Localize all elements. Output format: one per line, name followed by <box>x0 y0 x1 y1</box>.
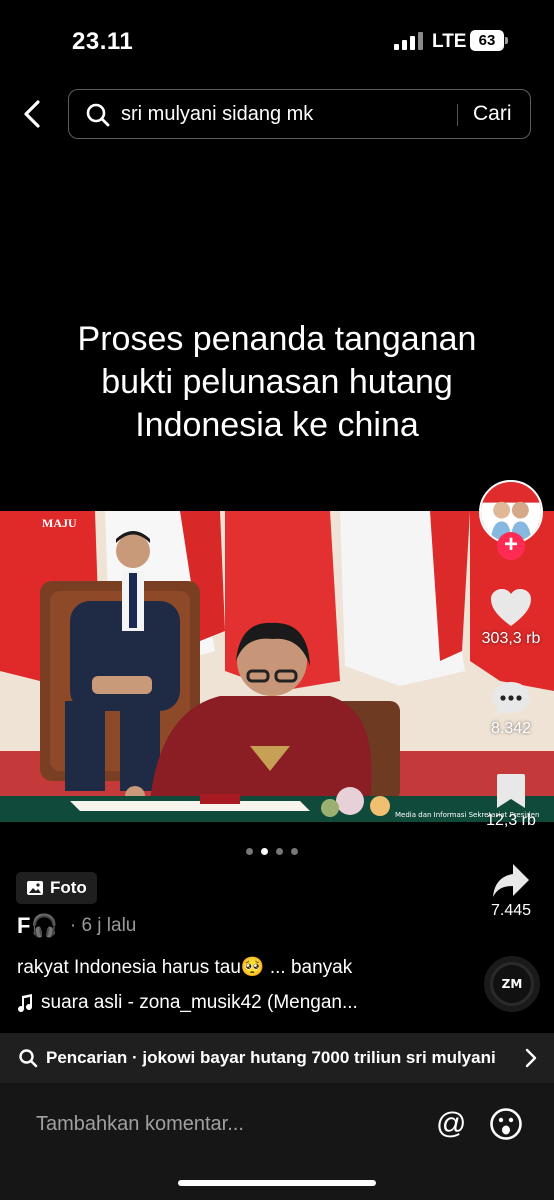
photo-icon <box>27 881 43 895</box>
related-search-text: Pencarian · jokowi bayar hutang 7000 tri… <box>46 1048 496 1067</box>
share-button[interactable]: 7.445 <box>475 862 547 920</box>
music-title: suara asli - zona_musik42 (Mengan... <box>41 992 358 1013</box>
music-note-icon <box>18 994 33 1012</box>
carousel-dots <box>246 848 298 855</box>
share-icon <box>493 864 529 897</box>
mention-button[interactable]: @ <box>436 1107 466 1141</box>
like-button[interactable]: 303,3 rb <box>475 588 547 648</box>
network-label: LTE <box>432 31 467 52</box>
caption-line: Proses penanda tanganan <box>77 320 477 358</box>
battery-level: 63 <box>470 30 504 51</box>
post-description[interactable]: rakyat Indonesia harus tau🥺 ... banyak <box>17 955 352 979</box>
bookmark-icon <box>497 774 525 808</box>
description-text: rakyat Indonesia harus tau🥺 <box>17 957 265 978</box>
search-query: sri mulyani sidang mk <box>121 103 314 125</box>
search-icon <box>86 103 110 127</box>
music-disc-label: ZM <box>493 965 531 1003</box>
carousel-dot[interactable] <box>246 848 253 855</box>
status-time: 23.11 <box>72 28 134 55</box>
comment-input[interactable]: Tambahkan komentar... <box>36 1113 244 1136</box>
emoji-icon[interactable] <box>489 1107 523 1141</box>
follow-button[interactable]: + <box>497 532 525 560</box>
share-count: 7.445 <box>490 902 532 919</box>
save-button[interactable]: 12,3 rb <box>475 772 547 830</box>
comment-count: 8.342 <box>490 720 532 737</box>
author-name[interactable]: F🎧 <box>17 913 58 939</box>
related-search-bar[interactable]: Pencarian · jokowi bayar hutang 7000 tri… <box>0 1033 554 1083</box>
home-indicator[interactable] <box>178 1180 376 1186</box>
chevron-right-icon <box>525 1048 537 1068</box>
caption-line: Indonesia ke china <box>135 406 419 444</box>
post-photo[interactable]: MAJU Media dan Informasi Sekretariat Pre… <box>0 511 554 822</box>
photo-watermark: MAJU <box>42 516 77 530</box>
music-disc[interactable]: ZM <box>484 956 540 1012</box>
music-info[interactable]: suara asli - zona_musik42 (Mengan... <box>17 992 358 1014</box>
signing-ceremony-image: MAJU Media dan Informasi Sekretariat Pre… <box>0 511 554 822</box>
like-count: 303,3 rb <box>481 630 541 647</box>
post-type-label: Foto <box>50 878 87 897</box>
author-row: F🎧 · 6 j lalu <box>17 913 136 939</box>
save-count: 12,3 rb <box>486 812 536 829</box>
more-link[interactable]: ... banyak <box>270 957 352 978</box>
caption-line: bukti pelunasan hutang <box>101 363 453 401</box>
search-divider <box>457 104 458 126</box>
chevron-left-icon <box>24 100 40 128</box>
back-button[interactable] <box>16 96 48 132</box>
signal-icon <box>394 32 424 50</box>
comment-icon <box>492 682 530 716</box>
search-submit-button[interactable]: Cari <box>473 102 512 126</box>
carousel-dot[interactable] <box>276 848 283 855</box>
search-icon <box>19 1049 38 1068</box>
post-caption: Proses penanda tanganan bukti pelunasan … <box>20 318 534 447</box>
carousel-dot-active[interactable] <box>261 848 268 855</box>
post-time: · 6 j lalu <box>69 915 137 936</box>
search-input[interactable]: sri mulyani sidang mk Cari <box>68 89 531 139</box>
carousel-dot[interactable] <box>291 848 298 855</box>
status-bar: 23.11 LTE 63 <box>0 0 554 80</box>
post-type-chip: Foto <box>16 872 97 904</box>
battery-icon: 63 <box>470 30 508 51</box>
comment-button[interactable]: 8.342 <box>475 680 547 738</box>
heart-icon <box>491 589 531 626</box>
